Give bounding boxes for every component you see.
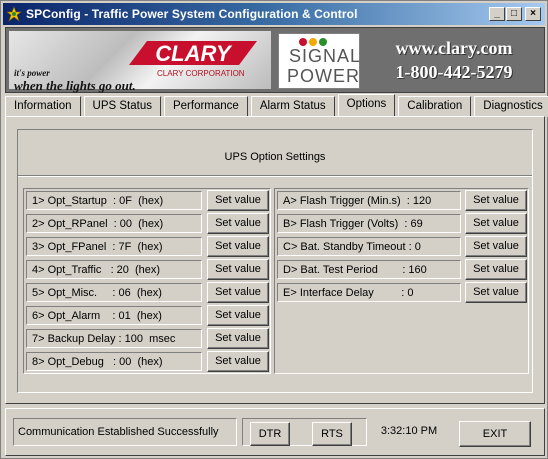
clary-banner: CLARY CLARY CORPORATION it's power when … [9,31,271,93]
tab-calibration[interactable]: Calibration [398,96,472,117]
option-row-6: 6> Opt_Alarm : 01 (hex) Set value [24,304,270,327]
options-frame: UPS Option Settings 1> Opt_Startup : 0F … [17,129,533,393]
set-value-button[interactable]: Set value [207,259,269,280]
option-row-8: 8> Opt_Debug : 00 (hex) Set value [24,350,270,373]
clary-logo: CLARY [129,41,257,66]
option-label: B> Flash Trigger (Volts) : 69 [277,214,461,233]
clock: 3:32:10 PM [380,425,438,437]
window-title: SPConfig - Traffic Power System Configur… [26,7,358,21]
option-row-7: 7> Backup Delay : 100 msec Set value [24,327,270,350]
option-label: 7> Backup Delay : 100 msec [26,329,202,348]
tab-strip: Information UPS Status Performance Alarm… [5,94,548,117]
svg-text:CLARY: CLARY [155,41,233,66]
left-options-list: 1> Opt_Startup : 0F (hex) Set value 2> O… [23,188,271,374]
tab-alarm-status[interactable]: Alarm Status [250,96,335,117]
option-row-4: 4> Opt_Traffic : 20 (hex) Set value [24,258,270,281]
option-row-5: 5> Opt_Misc. : 06 (hex) Set value [24,281,270,304]
option-label: 1> Opt_Startup : 0F (hex) [26,191,202,210]
option-row-3: 3> Opt_FPanel : 7F (hex) Set value [24,235,270,258]
tab-performance[interactable]: Performance [163,96,248,117]
minimize-button[interactable]: _ [489,7,505,21]
signal-power-logo: SIGNAL POWER [278,33,360,89]
set-value-button[interactable]: Set value [207,351,269,372]
section-title: UPS Option Settings [18,130,532,177]
option-row-1: 1> Opt_Startup : 0F (hex) Set value [24,189,270,212]
option-row-b: B> Flash Trigger (Volts) : 69 Set value [275,212,528,235]
tab-diagnostics[interactable]: Diagnostics [474,96,548,117]
clary-corporation-label: CLARY CORPORATION [157,69,245,78]
option-row-a: A> Flash Trigger (Min.s) : 120 Set value [275,189,528,212]
contact-info: www.clary.com 1-800-442-5279 [368,36,540,84]
set-value-button[interactable]: Set value [207,328,269,349]
set-value-button[interactable]: Set value [465,213,527,234]
option-label: 2> Opt_RPanel : 00 (hex) [26,214,202,233]
maximize-button[interactable]: □ [506,7,522,21]
set-value-button[interactable]: Set value [465,282,527,303]
set-value-button[interactable]: Set value [207,305,269,326]
status-message: Communication Established Successfully [13,418,237,446]
tab-information[interactable]: Information [5,96,81,117]
option-label: E> Interface Delay : 0 [277,283,461,302]
rts-button[interactable]: RTS [312,422,352,446]
phone-text: 1-800-442-5279 [395,62,513,82]
set-value-button[interactable]: Set value [465,190,527,211]
option-row-2: 2> Opt_RPanel : 00 (hex) Set value [24,212,270,235]
main-window: SPConfig - Traffic Power System Configur… [0,0,548,459]
set-value-button[interactable]: Set value [207,282,269,303]
option-label: 5> Opt_Misc. : 06 (hex) [26,283,202,302]
set-value-button[interactable]: Set value [465,236,527,257]
options-panel: UPS Option Settings 1> Opt_Startup : 0F … [5,116,545,404]
set-value-button[interactable]: Set value [207,236,269,257]
set-value-button[interactable]: Set value [207,213,269,234]
option-label: 4> Opt_Traffic : 20 (hex) [26,260,202,279]
right-options-list: A> Flash Trigger (Min.s) : 120 Set value… [274,188,529,374]
option-label: 8> Opt_Debug : 00 (hex) [26,352,202,371]
tab-options[interactable]: Options [337,94,396,117]
banner: CLARY CLARY CORPORATION it's power when … [5,27,545,93]
set-value-button[interactable]: Set value [465,259,527,280]
option-row-d: D> Bat. Test Period : 160 Set value [275,258,528,281]
title-bar: SPConfig - Traffic Power System Configur… [3,3,545,25]
tab-ups-status[interactable]: UPS Status [83,96,161,117]
option-label: D> Bat. Test Period : 160 [277,260,461,279]
website-text: www.clary.com [395,38,513,58]
set-value-button[interactable]: Set value [207,190,269,211]
exit-button[interactable]: EXIT [459,421,531,447]
status-bar: Communication Established Successfully D… [5,408,545,456]
dtr-button[interactable]: DTR [250,422,290,446]
option-row-c: C> Bat. Standby Timeout : 0 Set value [275,235,528,258]
tagline: it's power when the lights go out. [14,68,136,93]
option-label: 3> Opt_FPanel : 7F (hex) [26,237,202,256]
option-label: 6> Opt_Alarm : 01 (hex) [26,306,202,325]
option-label: A> Flash Trigger (Min.s) : 120 [277,191,461,210]
close-button[interactable]: × [525,7,541,21]
option-label: C> Bat. Standby Timeout : 0 [277,237,461,256]
app-icon [6,6,22,22]
option-row-e: E> Interface Delay : 0 Set value [275,281,528,304]
